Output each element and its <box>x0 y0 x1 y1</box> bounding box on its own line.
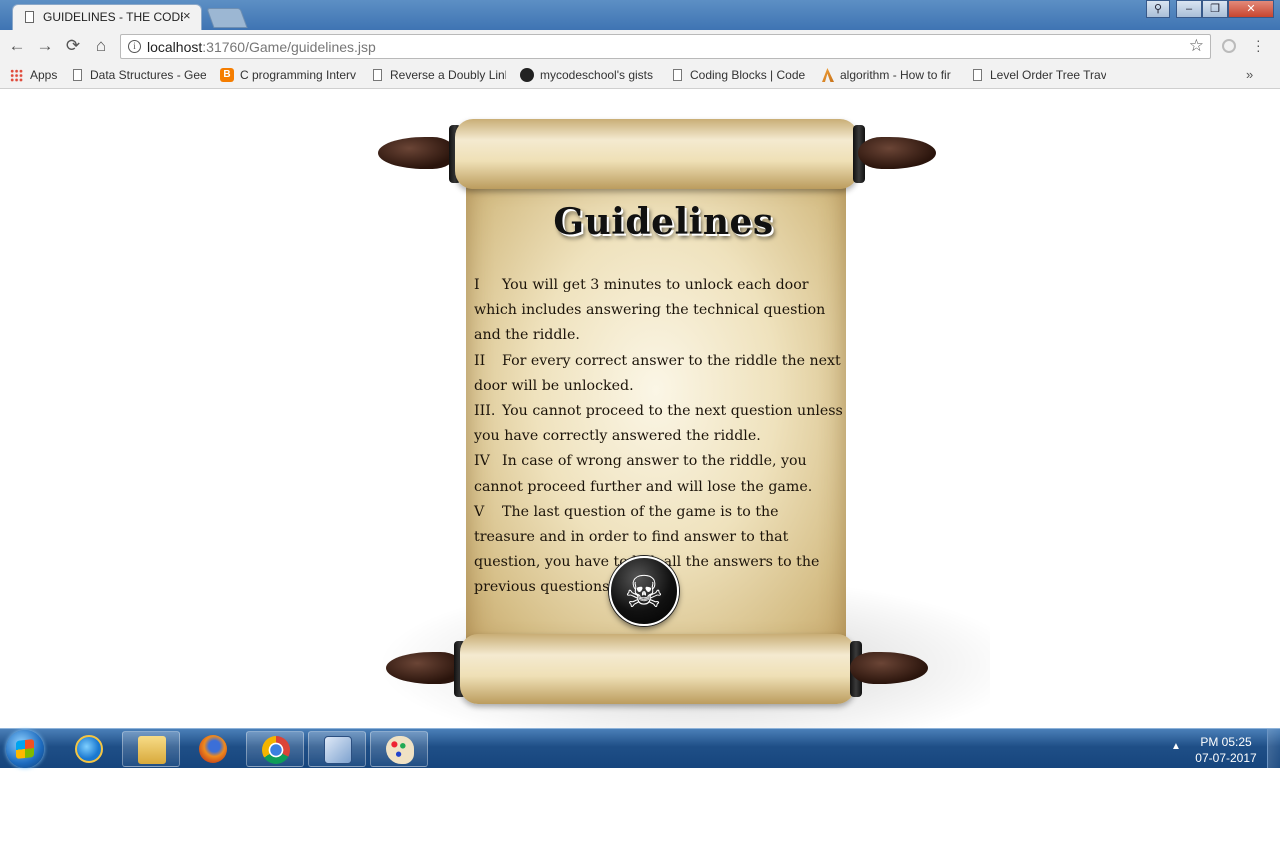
tab-title: GUIDELINES - THE CODE <box>43 10 183 24</box>
taskbar-firefox[interactable] <box>184 731 242 767</box>
new-tab-button[interactable] <box>206 8 248 28</box>
page-icon <box>973 69 982 81</box>
chrome-icon <box>262 736 290 764</box>
page-icon <box>73 69 82 81</box>
start-button[interactable] <box>6 730 44 768</box>
virtualbox-icon <box>324 736 352 764</box>
reload-button[interactable]: ⟳ <box>63 36 83 56</box>
guideline-item: IV In case of wrong answer to the riddle,… <box>474 453 813 495</box>
clock-time: PM 05:25 <box>1200 735 1252 749</box>
system-clock[interactable]: PM 05:25 07-07-2017 <box>1188 734 1264 766</box>
taskbar-virtualbox[interactable] <box>308 731 366 767</box>
tab-close-icon[interactable]: × <box>183 8 191 23</box>
bookmark-algorithm[interactable]: algorithm - How to fir <box>840 68 956 82</box>
bookmarks-overflow-button[interactable]: » <box>1246 67 1253 82</box>
close-window-button[interactable]: ✕ <box>1228 0 1274 18</box>
scroll-handle-top-left <box>378 137 456 169</box>
bookmark-apps[interactable]: Apps <box>30 68 60 82</box>
clock-date: 07-07-2017 <box>1195 751 1257 765</box>
bookmark-c-programming[interactable]: C programming Interv <box>240 68 356 82</box>
address-bar[interactable]: i localhost:31760/Game/guidelines.jsp ☆ <box>120 34 1211 59</box>
browser-title-bar: GUIDELINES - THE CODE × ⚲ – ❐ ✕ <box>0 0 1280 30</box>
browser-toolbar: ← → ⟳ ⌂ i localhost:31760/Game/guideline… <box>0 30 1280 63</box>
taskbar-file-explorer[interactable] <box>122 731 180 767</box>
user-profile-button[interactable]: ⚲ <box>1146 0 1170 18</box>
info-icon[interactable]: i <box>128 40 141 53</box>
page-content: Guidelines I You will get 3 minutes to un… <box>0 89 1280 728</box>
file-explorer-icon <box>138 736 166 764</box>
page-icon <box>25 11 34 23</box>
scroll-roll-bottom <box>460 634 855 704</box>
home-button[interactable]: ⌂ <box>91 36 111 56</box>
browser-tab-active[interactable]: GUIDELINES - THE CODE × <box>12 4 202 30</box>
guideline-item: II For every correct answer to the riddle… <box>474 352 841 394</box>
taskbar-internet-explorer[interactable] <box>60 731 118 767</box>
page-title: Guidelines <box>553 201 774 243</box>
bookmark-reverse-doubly-linked[interactable]: Reverse a Doubly Link <box>390 68 506 82</box>
internet-explorer-icon <box>75 735 103 763</box>
bookmark-data-structures[interactable]: Data Structures - Gee <box>90 68 206 82</box>
firefox-icon <box>199 735 227 763</box>
back-button[interactable]: ← <box>7 36 27 56</box>
show-desktop-button[interactable] <box>1267 729 1280 768</box>
windows-taskbar: ▲ PM 05:25 07-07-2017 <box>0 728 1280 768</box>
menu-icon[interactable]: · · · <box>1256 33 1261 57</box>
github-icon <box>520 68 534 82</box>
bookmark-mycodeschool-gists[interactable]: mycodeschool's gists <box>540 68 656 82</box>
taskbar-paint[interactable] <box>370 731 428 767</box>
guidelines-list: I You will get 3 minutes to unlock each d… <box>474 273 844 601</box>
minimize-button[interactable]: – <box>1176 0 1202 18</box>
bookmarks-bar: Apps Data Structures - Gee B C programmi… <box>0 63 1280 89</box>
bookmark-coding-blocks[interactable]: Coding Blocks | Code <box>690 68 806 82</box>
stackoverflow-icon <box>822 68 834 82</box>
skull-crossbones-button[interactable]: ☠ <box>609 556 679 626</box>
scroll-roll-top <box>455 119 858 189</box>
guideline-item: III. You cannot proceed to the next quest… <box>474 403 843 445</box>
page-icon <box>373 69 382 81</box>
apps-grid-icon <box>10 69 23 82</box>
scroll-handle-top-right <box>858 137 936 169</box>
paint-icon <box>386 736 414 764</box>
bookmark-level-order-tree[interactable]: Level Order Tree Trave <box>990 68 1106 82</box>
windows-logo-icon <box>16 739 34 759</box>
taskbar-chrome[interactable] <box>246 731 304 767</box>
show-hidden-icons-button[interactable]: ▲ <box>1171 741 1181 752</box>
forward-button[interactable]: → <box>35 36 55 56</box>
page-icon <box>673 69 682 81</box>
bookmark-star-icon[interactable]: ☆ <box>1189 36 1204 56</box>
extension-icon[interactable] <box>1222 39 1236 53</box>
blogger-icon: B <box>220 68 234 82</box>
maximize-button[interactable]: ❐ <box>1202 0 1228 18</box>
guideline-item: I You will get 3 minutes to unlock each d… <box>474 277 826 344</box>
url-text: localhost:31760/Game/guidelines.jsp <box>147 39 376 55</box>
